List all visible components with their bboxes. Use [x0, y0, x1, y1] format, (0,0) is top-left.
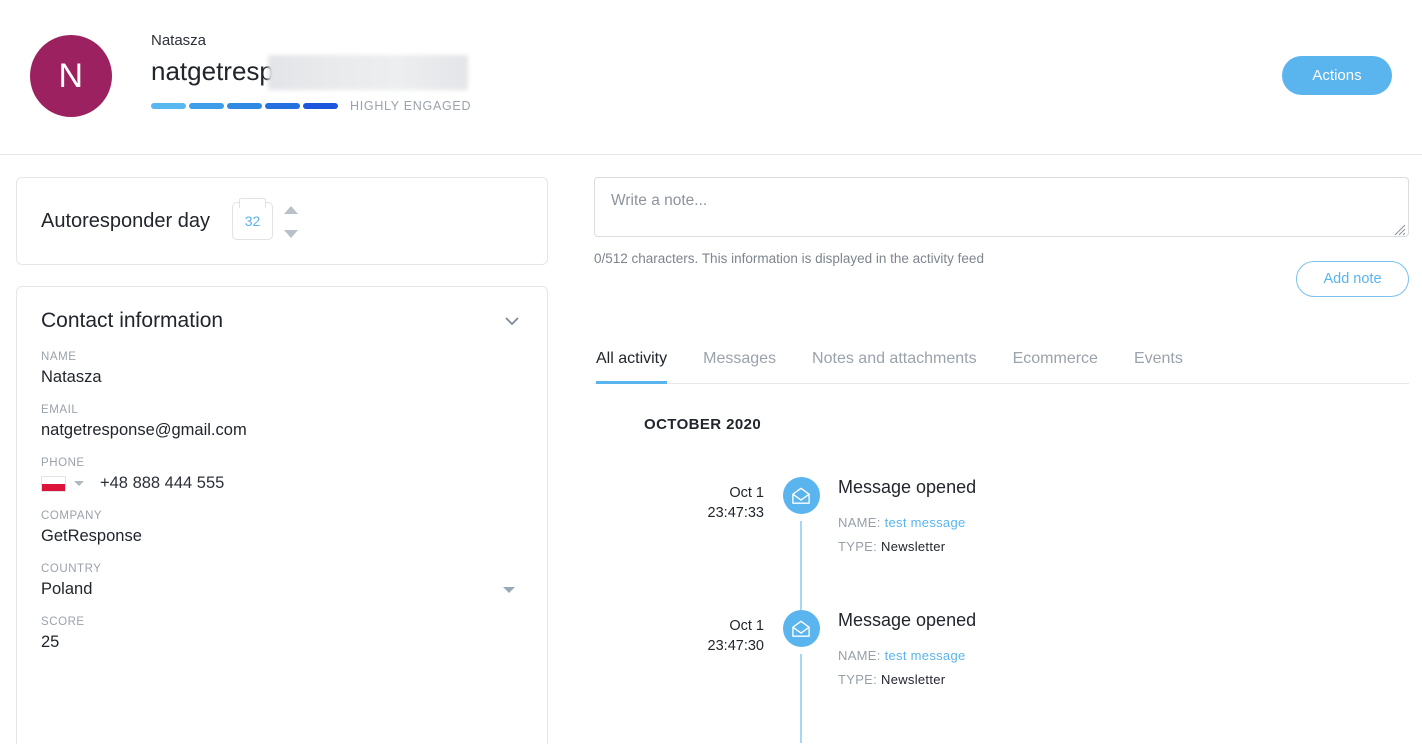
autoresponder-day-label: Autoresponder day: [41, 209, 211, 232]
field-label: COUNTRY: [41, 563, 102, 575]
stepper-up-icon[interactable]: [284, 206, 299, 214]
open-envelope-icon: [782, 610, 820, 647]
contact-header: N Natasza natgetresp HIGHLY ENGAGED Acti…: [0, 0, 1422, 155]
autoresponder-day-card: Autoresponder day 32: [16, 177, 548, 265]
timeline-connector: [800, 521, 802, 610]
activity-tabs: All activity Messages Notes and attachme…: [594, 350, 1409, 384]
contact-information-card: Contact information NAME Natasza EMAIL n…: [16, 286, 548, 744]
chevron-down-icon[interactable]: [501, 310, 523, 332]
activity-content: Message opened NAME: test message TYPE: …: [838, 471, 1409, 604]
activity-type-key: TYPE:: [838, 539, 878, 554]
activity-timestamp: Oct 1 23:47:30: [644, 604, 764, 737]
contact-name: Natasza: [151, 32, 207, 49]
engagement-row: HIGHLY ENGAGED: [151, 99, 471, 113]
actions-button[interactable]: Actions: [1282, 56, 1392, 95]
note-composer: [594, 177, 1409, 242]
open-envelope-icon: [782, 477, 820, 514]
avatar: N: [30, 35, 112, 117]
autoresponder-day-stepper[interactable]: 32: [232, 198, 299, 240]
field-phone: PHONE +48 888 444 555: [41, 457, 523, 493]
engagement-label: HIGHLY ENGAGED: [350, 99, 472, 113]
phone-row: +48 888 444 555: [41, 474, 523, 493]
activity-name-row: NAME: test message: [838, 515, 1409, 530]
page-body: Autoresponder day 32 Contact information: [0, 155, 1422, 744]
activity-type-key: TYPE:: [838, 672, 878, 687]
activity-name-link[interactable]: test message: [885, 648, 966, 663]
activity-timestamp: Oct 1 23:47:33: [644, 471, 764, 604]
field-name: NAME Natasza: [41, 351, 523, 387]
engagement-segment: [189, 103, 224, 109]
field-value[interactable]: Natasza: [41, 368, 523, 387]
activity-feed: OCTOBER 2020 Oct 1 23:47:33 Message open…: [594, 416, 1409, 743]
contact-identity: Natasza natgetresp HIGHLY ENGAGED: [151, 30, 471, 113]
field-email: EMAIL natgetresponse@gmail.com: [41, 404, 523, 440]
tab-messages[interactable]: Messages: [703, 350, 776, 384]
contact-email-row: natgetresp: [151, 54, 471, 90]
activity-type-value: Newsletter: [881, 672, 946, 687]
autoresponder-day-arrows[interactable]: [284, 206, 299, 238]
contact-information-title: Contact information: [41, 309, 224, 332]
poland-flag-icon[interactable]: [41, 475, 66, 492]
redaction-blur: [268, 55, 468, 90]
stepper-down-icon[interactable]: [284, 230, 299, 238]
activity-date: Oct 1: [729, 485, 764, 501]
engagement-segment: [265, 103, 300, 109]
contact-information-header: Contact information: [41, 309, 523, 333]
right-column: 0/512 characters. This information is di…: [565, 155, 1422, 744]
activity-title: Message opened: [838, 610, 977, 630]
activity-entry: Oct 1 23:47:33 Message opened NAME: test…: [644, 471, 1409, 610]
field-label: SCORE: [41, 616, 85, 628]
field-value[interactable]: GetResponse: [41, 527, 523, 546]
activity-time: 23:47:33: [707, 505, 764, 521]
field-value[interactable]: +48 888 444 555: [100, 474, 224, 493]
note-meta-row: 0/512 characters. This information is di…: [594, 251, 1409, 297]
avatar-initial: N: [58, 56, 84, 95]
timeline-marker: [764, 604, 838, 743]
activity-name-key: NAME:: [838, 515, 881, 530]
field-company: COMPANY GetResponse: [41, 510, 523, 546]
activity-date: Oct 1: [729, 618, 764, 634]
field-country[interactable]: COUNTRY Poland: [41, 563, 523, 599]
engagement-segment: [303, 103, 338, 109]
add-note-button[interactable]: Add note: [1296, 261, 1409, 297]
contact-email-visible: natgetresp: [151, 56, 274, 86]
note-character-hint: 0/512 characters. This information is di…: [594, 251, 984, 266]
country-dropdown-caret-icon[interactable]: [503, 587, 515, 593]
activity-name-link[interactable]: test message: [885, 515, 966, 530]
engagement-segment: [227, 103, 262, 109]
left-column: Autoresponder day 32 Contact information: [0, 155, 565, 744]
tab-notes-and-attachments[interactable]: Notes and attachments: [812, 350, 977, 384]
country-code-caret-icon[interactable]: [74, 481, 84, 486]
activity-content: Message opened NAME: test message TYPE: …: [838, 604, 1409, 737]
activity-time: 23:47:30: [707, 638, 764, 654]
timeline-marker: [764, 471, 838, 610]
activity-type-row: TYPE: Newsletter: [838, 672, 1409, 687]
autoresponder-day-input[interactable]: 32: [232, 198, 274, 240]
field-label: NAME: [41, 351, 77, 363]
activity-title: Message opened: [838, 477, 977, 497]
field-value[interactable]: Poland: [41, 580, 523, 599]
tab-all-activity[interactable]: All activity: [596, 350, 668, 384]
activity-type-value: Newsletter: [881, 539, 946, 554]
activity-type-row: TYPE: Newsletter: [838, 539, 1409, 554]
activity-name-key: NAME:: [838, 648, 881, 663]
field-label: COMPANY: [41, 510, 103, 522]
activity-entry: Oct 1 23:47:30 Message opened NAME: test…: [644, 604, 1409, 743]
tab-ecommerce[interactable]: Ecommerce: [1013, 350, 1098, 384]
feed-month-heading: OCTOBER 2020: [644, 416, 762, 433]
tab-events[interactable]: Events: [1134, 350, 1183, 384]
engagement-segment: [151, 103, 186, 109]
field-value: 25: [41, 633, 60, 651]
field-label: EMAIL: [41, 404, 79, 416]
field-label: PHONE: [41, 457, 85, 469]
note-input[interactable]: [594, 177, 1409, 237]
activity-name-row: NAME: test message: [838, 648, 1409, 663]
timeline-connector: [800, 654, 802, 743]
field-value[interactable]: natgetresponse@gmail.com: [41, 421, 523, 440]
field-score: SCORE 25: [41, 616, 523, 652]
engagement-bar: [151, 103, 338, 109]
